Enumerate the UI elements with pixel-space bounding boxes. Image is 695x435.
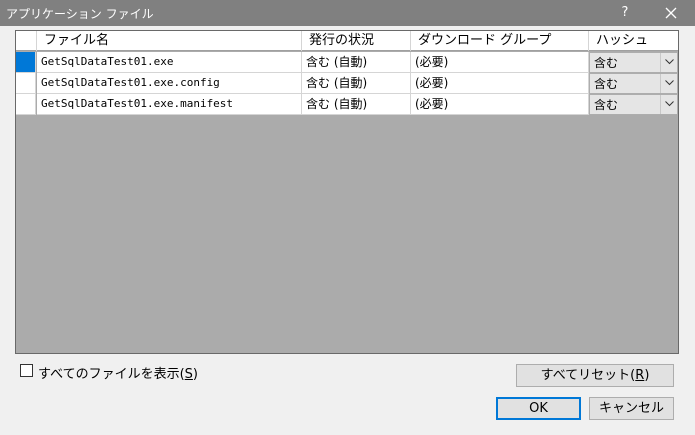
dropdown-button[interactable]: [660, 95, 677, 114]
dropdown-button[interactable]: [660, 53, 677, 72]
label-end: ): [644, 368, 650, 383]
mnemonic: S: [184, 367, 193, 382]
chevron-down-icon: [664, 59, 674, 65]
column-header-status[interactable]: 発行の状況: [302, 31, 411, 51]
close-button[interactable]: [656, 2, 686, 24]
table-row[interactable]: GetSqlDataTest01.exe 含む (自動) (必要) 含む: [16, 52, 678, 73]
table-row[interactable]: GetSqlDataTest01.exe.manifest 含む (自動) (必…: [16, 94, 678, 115]
row-header[interactable]: [16, 73, 36, 94]
label-end: ): [192, 367, 198, 382]
mnemonic: R: [635, 368, 645, 383]
hash-dropdown[interactable]: 含む: [589, 94, 678, 115]
cancel-button[interactable]: キャンセル: [589, 397, 674, 420]
title-bar[interactable]: アプリケーション ファイル ?: [0, 0, 695, 26]
show-all-files-label: すべてのファイルを表示(S): [38, 363, 198, 382]
download-group-cell[interactable]: (必要): [411, 73, 589, 94]
column-header-download-group[interactable]: ダウンロード グループ: [411, 31, 589, 51]
file-name-cell[interactable]: GetSqlDataTest01.exe.config: [37, 73, 302, 94]
publish-status-cell[interactable]: 含む (自動): [302, 94, 411, 115]
publish-status-cell[interactable]: 含む (自動): [302, 73, 411, 94]
download-group-cell[interactable]: (必要): [411, 94, 589, 115]
hash-value: 含む: [594, 56, 619, 70]
column-header-filename[interactable]: ファイル名: [37, 31, 302, 51]
header-corner: [16, 31, 37, 51]
table-row[interactable]: GetSqlDataTest01.exe.config 含む (自動) (必要)…: [16, 73, 678, 94]
application-files-grid[interactable]: ファイル名 発行の状況 ダウンロード グループ ハッシュ GetSqlDataT…: [15, 30, 679, 354]
checkbox-box[interactable]: [20, 364, 33, 377]
close-icon: [665, 7, 677, 19]
hash-dropdown[interactable]: 含む: [589, 73, 678, 94]
file-name-cell[interactable]: GetSqlDataTest01.exe.manifest: [37, 94, 302, 115]
help-button[interactable]: ?: [610, 2, 640, 24]
ok-button[interactable]: OK: [496, 397, 581, 420]
row-header[interactable]: [16, 52, 36, 73]
hash-dropdown[interactable]: 含む: [589, 52, 678, 73]
label-text: すべてのファイルを表示(: [38, 367, 185, 382]
column-header-hash[interactable]: ハッシュ: [589, 31, 678, 51]
row-header[interactable]: [16, 94, 36, 115]
hash-value: 含む: [594, 98, 619, 112]
file-name-cell[interactable]: GetSqlDataTest01.exe: [37, 52, 302, 73]
chevron-down-icon: [664, 101, 674, 107]
dialog-client: ファイル名 発行の状況 ダウンロード グループ ハッシュ GetSqlDataT…: [0, 26, 695, 435]
publish-status-cell[interactable]: 含む (自動): [302, 52, 411, 73]
chevron-down-icon: [664, 80, 674, 86]
dropdown-button[interactable]: [660, 74, 677, 93]
hash-value: 含む: [594, 77, 619, 91]
column-header-label: ファイル名: [44, 33, 110, 48]
reset-all-button[interactable]: すべてリセット(R): [516, 364, 674, 387]
download-group-cell[interactable]: (必要): [411, 52, 589, 73]
button-label: すべてリセット(: [540, 368, 636, 383]
grid-header: ファイル名 発行の状況 ダウンロード グループ ハッシュ: [16, 31, 678, 51]
window-title: アプリケーション ファイル: [6, 7, 154, 21]
